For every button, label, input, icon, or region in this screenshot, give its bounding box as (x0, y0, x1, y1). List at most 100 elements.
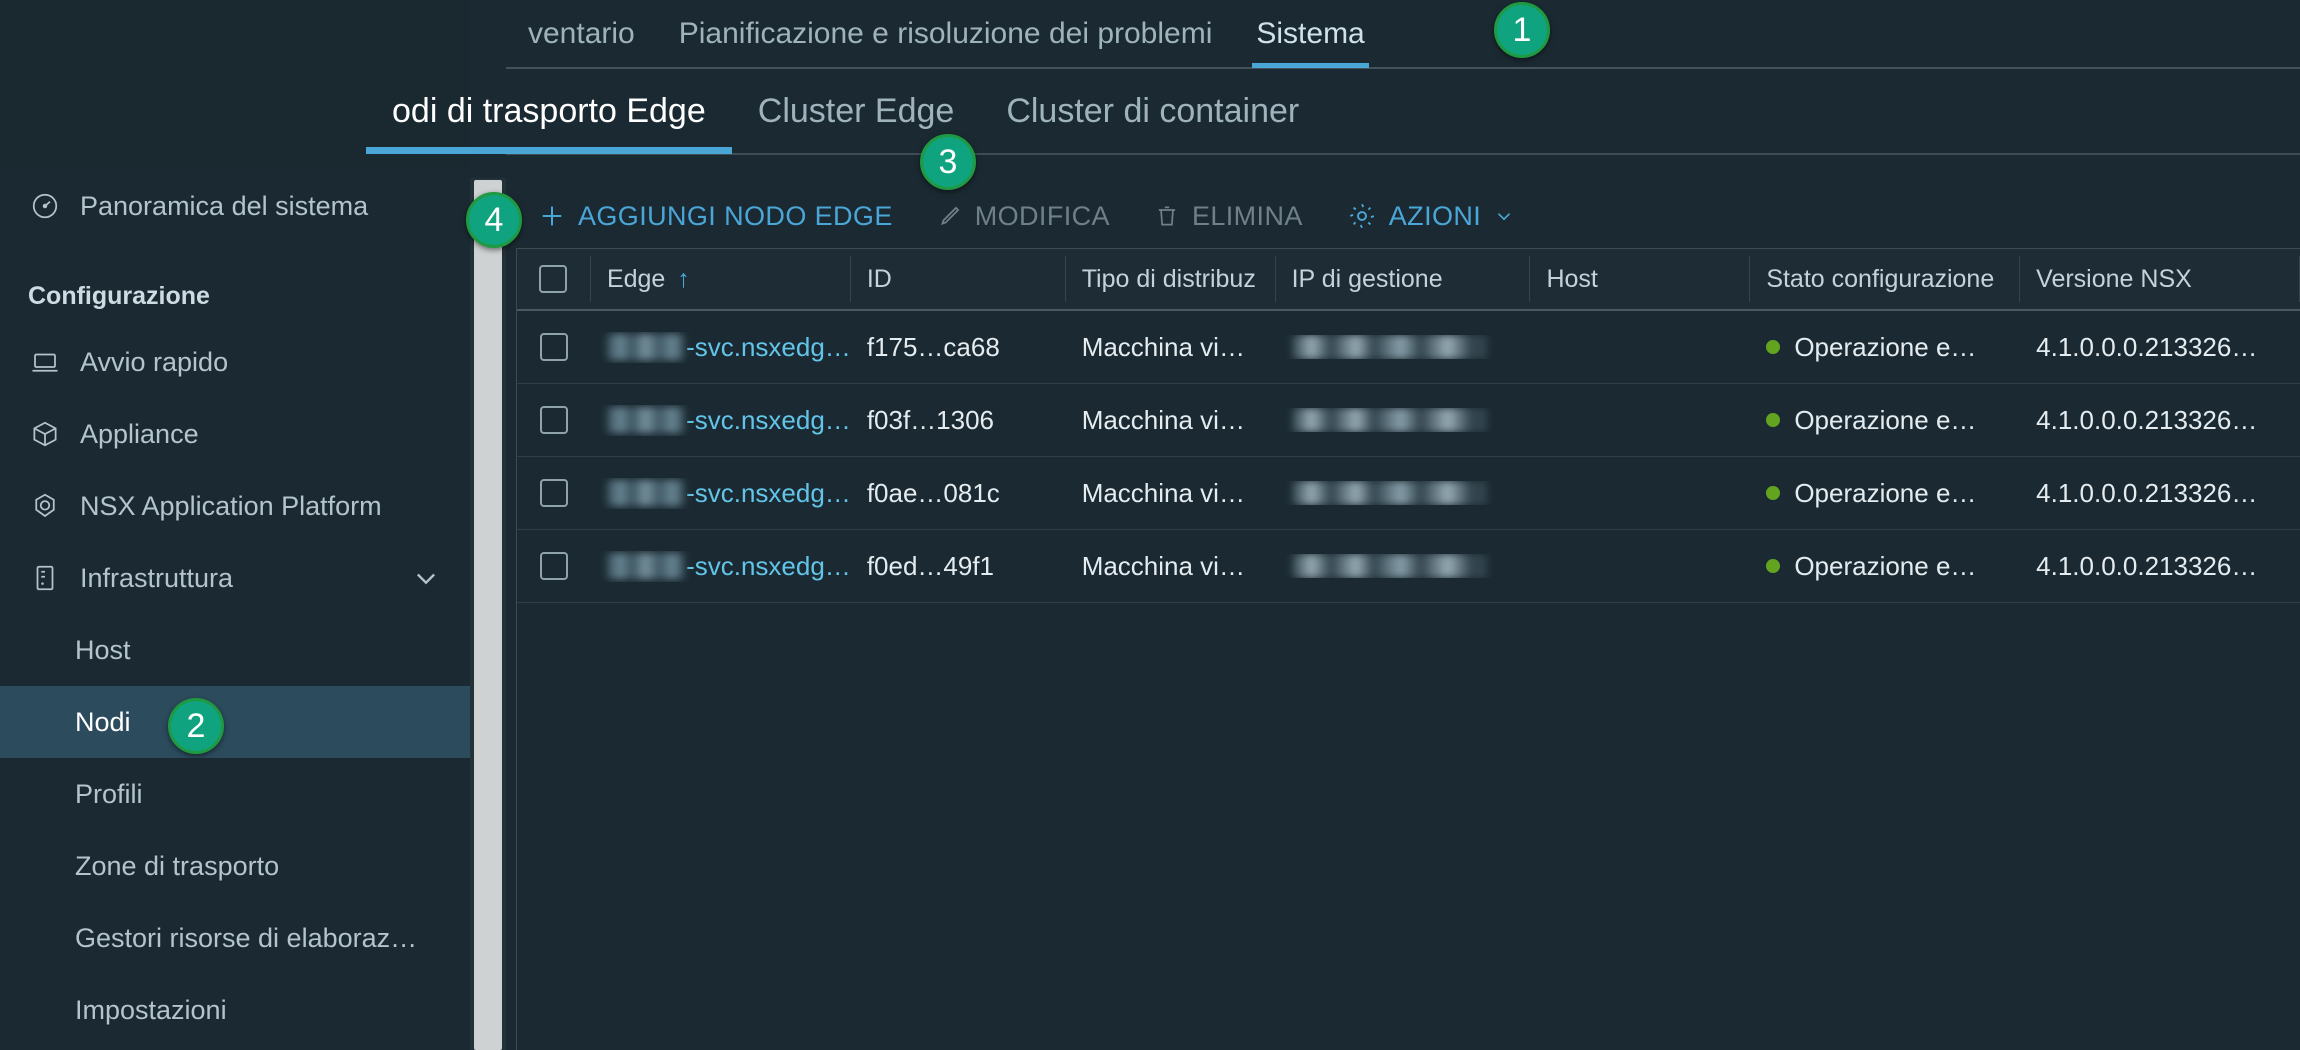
table-toolbar: AGGIUNGI NODO EDGE MODIFICA ELIMINA AZIO… (516, 185, 1537, 247)
cell-configuration-status: Operazione e… (1750, 405, 2020, 436)
subtab-cluster-di-container[interactable]: Cluster di container (980, 72, 1325, 150)
button-label: AZIONI (1388, 200, 1482, 231)
pencil-icon (937, 203, 963, 229)
cell-nsx-version: 4.1.0.0.0.213326… (2036, 331, 2258, 362)
sidebar-item-nsx-application-platform[interactable]: NSX Application Platform (0, 470, 470, 542)
cell-configuration-status: Operazione e… (1750, 478, 2020, 509)
select-all-checkbox[interactable] (539, 265, 568, 293)
cell-edge-name[interactable]: -svc.nsxedg… (591, 405, 851, 436)
subtab-label: Cluster Edge (757, 91, 955, 130)
status-ok-dot-icon (1766, 340, 1781, 354)
app-root: Panoramica del sistema Configurazione Av… (0, 0, 2300, 1050)
button-label: AGGIUNGI NODO EDGE (578, 200, 893, 231)
button-label: MODIFICA (974, 200, 1110, 231)
sidebar-subitem-label: Profili (75, 778, 143, 809)
cube-icon (28, 417, 62, 451)
gauge-icon (28, 189, 62, 223)
sidebar-subitem-label: Zone di trasporto (75, 850, 280, 881)
column-label: Tipo di distribuz (1081, 264, 1256, 293)
tab-label: Sistema (1256, 17, 1365, 50)
table-header-row: Edge ↑ ID Tipo di distribuz IP di gestio… (517, 249, 2300, 311)
sidebar-section-configurazione: Configurazione (28, 281, 210, 310)
sidebar-item-appliance[interactable]: Appliance (0, 398, 470, 470)
table-row[interactable]: -svc.nsxedg… f175…ca68 Macchina vi… Oper… (517, 311, 2300, 384)
sidebar-item-infrastruttura[interactable]: Infrastruttura (0, 542, 470, 614)
sidebar-subitem-label: Host (75, 634, 131, 665)
sidebar-subitem-label: Gestori risorse di elaboraz… (75, 922, 418, 953)
subtab-label: Cluster di container (1006, 91, 1300, 130)
subtab-label: odi di trasporto Edge (392, 91, 706, 130)
annotation-badge-2: 2 (168, 698, 224, 754)
status-badge: Operazione e… (1794, 404, 1977, 435)
laptop-icon (28, 345, 62, 379)
column-header-nsx-version[interactable]: Versione NSX (2020, 256, 2300, 302)
sidebar-item-label: Appliance (80, 418, 199, 449)
sidebar-item-zone-di-trasporto[interactable]: Zone di trasporto (0, 830, 470, 902)
cell-edge-name[interactable]: -svc.nsxedg… (591, 551, 851, 582)
sidebar-item-nodi[interactable]: Nodi (0, 686, 470, 758)
cell-nsx-version: 4.1.0.0.0.213326… (2036, 404, 2258, 435)
sidebar-item-gestori-risorse[interactable]: Gestori risorse di elaboraz… (0, 902, 470, 974)
redacted-ip (1291, 481, 1487, 505)
edit-button[interactable]: MODIFICA (915, 185, 1132, 247)
column-header-id[interactable]: ID (851, 256, 1066, 302)
subtab-nodi-di-trasporto-edge[interactable]: odi di trasporto Edge (366, 72, 732, 154)
column-header-management-ip[interactable]: IP di gestione (1276, 256, 1531, 302)
row-checkbox[interactable] (539, 552, 568, 580)
sidebar-item-system-overview[interactable]: Panoramica del sistema (0, 170, 470, 242)
redacted-ip (1291, 554, 1487, 578)
tab-inventario[interactable]: ventario (506, 0, 657, 68)
row-checkbox[interactable] (539, 479, 568, 507)
tab-label: ventario (528, 17, 635, 50)
chevron-down-icon (1493, 205, 1515, 227)
sort-ascending-icon[interactable]: ↑ (677, 265, 690, 294)
cell-nsx-version: 4.1.0.0.0.213326… (2036, 550, 2258, 581)
table-row[interactable]: -svc.nsxedg… f03f…1306 Macchina vi… Oper… (517, 384, 2300, 457)
column-header-host[interactable]: Host (1530, 256, 1751, 302)
column-header-configuration-status[interactable]: Stato configurazione (1750, 256, 2021, 302)
row-checkbox[interactable] (539, 406, 568, 434)
tab-pianificazione-risoluzione[interactable]: Pianificazione e risoluzione dei problem… (657, 0, 1235, 68)
sidebar-subitem-label: Nodi (75, 706, 131, 737)
cell-deployment-type: Macchina vi… (1081, 331, 1245, 362)
cell-edge-name[interactable]: -svc.nsxedg… (591, 478, 851, 509)
sidebar: Panoramica del sistema Configurazione Av… (0, 170, 470, 1050)
row-checkbox[interactable] (539, 333, 568, 361)
sidebar-item-label: Infrastruttura (80, 562, 234, 593)
tab-sistema[interactable]: Sistema (1234, 0, 1386, 68)
sidebar-item-avvio-rapido[interactable]: Avvio rapido (0, 326, 470, 398)
sidebar-item-host[interactable]: Host (0, 614, 470, 686)
sidebar-subitem-label: Impostazioni (75, 994, 227, 1025)
row-select-cell[interactable] (517, 479, 591, 507)
row-select-cell[interactable] (517, 333, 591, 361)
sidebar-item-label: Avvio rapido (80, 346, 229, 377)
server-icon (28, 561, 62, 595)
cell-deployment-type: Macchina vi… (1081, 477, 1245, 508)
actions-menu-button[interactable]: AZIONI (1325, 185, 1537, 247)
select-all-header[interactable] (517, 256, 591, 302)
sidebar-scrollbar-thumb[interactable] (474, 180, 502, 1050)
row-select-cell[interactable] (517, 552, 591, 580)
cell-management-ip (1276, 481, 1531, 505)
cell-edge-name[interactable]: -svc.nsxedg… (591, 332, 851, 363)
add-edge-node-button[interactable]: AGGIUNGI NODO EDGE (516, 185, 915, 247)
column-header-deployment-type[interactable]: Tipo di distribuz (1066, 256, 1276, 302)
polygon-icon (28, 489, 62, 523)
edge-nodes-table: Edge ↑ ID Tipo di distribuz IP di gestio… (516, 248, 2300, 1050)
column-label: Host (1546, 264, 1598, 293)
redacted-text (606, 407, 685, 433)
table-row[interactable]: -svc.nsxedg… f0ae…081c Macchina vi… Oper… (517, 457, 2300, 530)
delete-button[interactable]: ELIMINA (1132, 185, 1325, 247)
column-header-edge[interactable]: Edge ↑ (591, 256, 851, 302)
main-content: ventario Pianificazione e risoluzione de… (366, 0, 2300, 1050)
redacted-ip (1291, 335, 1487, 359)
cell-configuration-status: Operazione e… (1750, 551, 2020, 582)
sidebar-item-profili[interactable]: Profili (0, 758, 470, 830)
table-row[interactable]: -svc.nsxedg… f0ed…49f1 Macchina vi… Oper… (517, 530, 2300, 603)
column-label: IP di gestione (1291, 264, 1443, 293)
redacted-ip (1291, 408, 1487, 432)
edge-name-suffix: -svc.nsxedg… (686, 404, 851, 435)
row-select-cell[interactable] (517, 406, 591, 434)
chevron-down-icon[interactable] (412, 564, 440, 592)
sidebar-item-impostazioni[interactable]: Impostazioni (0, 974, 470, 1046)
